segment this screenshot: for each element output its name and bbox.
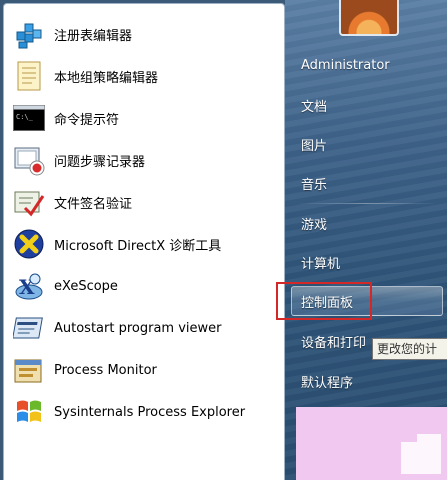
programs-panel: 注册表编辑器 本地组策略编辑器 C:\_ 命令提示符 问题步骤记录器 文件签名验… <box>3 3 285 480</box>
program-label: eXeScope <box>54 278 118 294</box>
steps-recorder-icon <box>12 143 46 177</box>
command-prompt-icon: C:\_ <box>12 101 46 135</box>
svg-text:C:\_: C:\_ <box>16 113 34 121</box>
control-panel-tooltip: 更改您的计 <box>372 338 447 360</box>
user-avatar[interactable] <box>339 0 399 36</box>
program-label: 问题步骤记录器 <box>54 154 146 170</box>
menu-pictures[interactable]: 图片 <box>301 135 327 154</box>
program-steps-recorder[interactable]: 问题步骤记录器 <box>12 141 280 179</box>
watermark-logo-icon <box>401 434 441 474</box>
group-policy-icon <box>12 59 46 93</box>
program-label: Sysinternals Process Explorer <box>54 404 246 420</box>
program-registry-editor[interactable]: 注册表编辑器 <box>12 15 280 53</box>
program-label: 文件签名验证 <box>54 196 133 212</box>
program-label: Process Monitor <box>54 362 157 378</box>
program-directx-diagnostic[interactable]: Microsoft DirectX 诊断工具 <box>12 225 280 263</box>
registry-editor-icon <box>12 17 46 51</box>
directx-icon <box>12 227 46 261</box>
signature-verify-icon <box>12 185 46 219</box>
watermark-block <box>296 407 447 480</box>
menu-separator <box>297 203 437 204</box>
program-command-prompt[interactable]: C:\_ 命令提示符 <box>12 99 280 137</box>
process-monitor-icon <box>12 353 46 387</box>
program-label: 命令提示符 <box>54 112 120 128</box>
program-process-explorer[interactable]: Sysinternals Process Explorer <box>12 393 280 431</box>
program-signature-verify[interactable]: 文件签名验证 <box>12 183 280 221</box>
menu-user-folder[interactable]: Administrator <box>301 58 390 73</box>
program-process-monitor[interactable]: Process Monitor <box>12 351 280 389</box>
exescope-icon: X <box>12 269 46 303</box>
program-group-policy-editor[interactable]: 本地组策略编辑器 <box>12 57 280 95</box>
menu-documents[interactable]: 文档 <box>301 96 327 115</box>
menu-control-panel[interactable]: 控制面板 <box>301 292 353 311</box>
program-label: Microsoft DirectX 诊断工具 <box>54 238 222 254</box>
program-autostart-viewer[interactable]: Autostart program viewer <box>12 309 280 347</box>
program-label: Autostart program viewer <box>54 320 222 336</box>
program-label: 本地组策略编辑器 <box>54 70 159 86</box>
menu-devices-printers[interactable]: 设备和打印 <box>301 332 366 351</box>
process-explorer-icon <box>12 395 46 429</box>
program-exescope[interactable]: X eXeScope <box>12 267 280 305</box>
menu-games[interactable]: 游戏 <box>301 214 327 233</box>
program-label: 注册表编辑器 <box>54 28 133 44</box>
menu-computer[interactable]: 计算机 <box>301 253 340 272</box>
menu-default-programs[interactable]: 默认程序 <box>301 372 353 391</box>
menu-music[interactable]: 音乐 <box>301 174 327 193</box>
autostart-viewer-icon <box>12 311 46 345</box>
